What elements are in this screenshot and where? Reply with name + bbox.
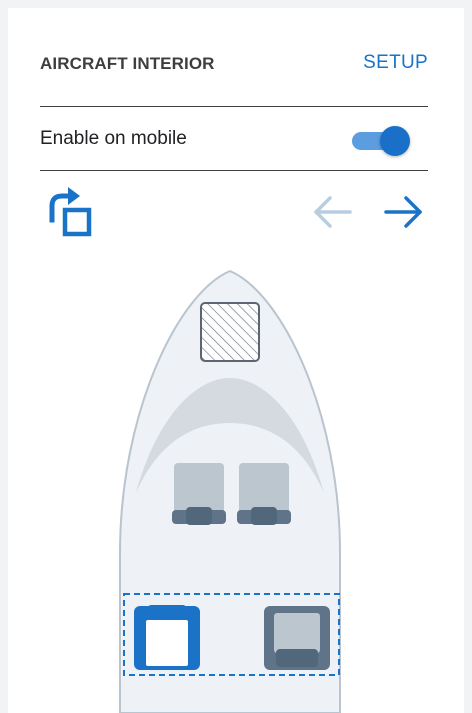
- divider-top: [40, 106, 428, 107]
- panel-title: AIRCRAFT INTERIOR: [40, 54, 215, 73]
- galley-block: [200, 302, 260, 362]
- enable-mobile-label: Enable on mobile: [40, 128, 187, 149]
- toggle-thumb: [380, 126, 410, 156]
- arrow-left-icon[interactable]: [310, 194, 354, 230]
- crew-seat-left[interactable]: [172, 463, 226, 525]
- cabin-map: [8, 263, 464, 713]
- seat-front-right[interactable]: [264, 606, 330, 670]
- enable-mobile-toggle[interactable]: [350, 126, 414, 156]
- cabin-map-svg: [119, 269, 341, 713]
- divider-bottom: [40, 170, 428, 171]
- setup-button[interactable]: SETUP: [363, 52, 428, 74]
- crew-seat-right[interactable]: [237, 463, 291, 525]
- seat-front-left[interactable]: [134, 605, 200, 670]
- panel-header: AIRCRAFT INTERIOR SETUP: [40, 8, 428, 106]
- arrow-right-icon[interactable]: [382, 194, 426, 230]
- rotate-icon[interactable]: [44, 186, 94, 238]
- aircraft-interior-panel: AIRCRAFT INTERIOR SETUP Enable on mobile: [8, 8, 464, 713]
